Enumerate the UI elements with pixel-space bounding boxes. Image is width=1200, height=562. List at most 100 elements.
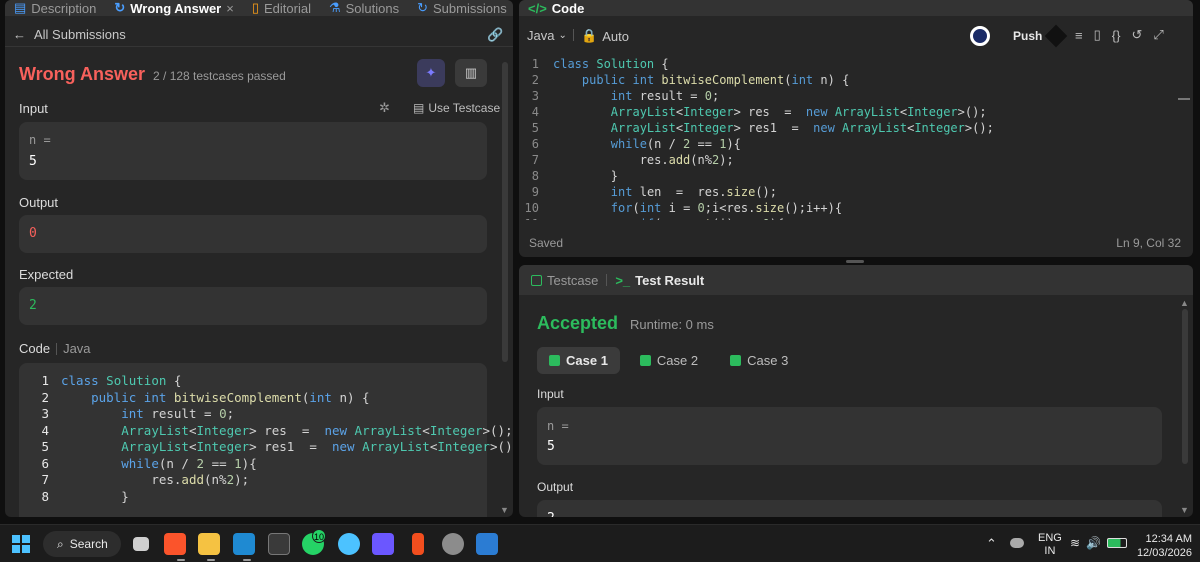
- input-box: n = 5: [19, 122, 487, 180]
- line-number: 6: [41, 455, 49, 471]
- list-icon[interactable]: ≡: [1075, 28, 1083, 43]
- file-explorer-icon[interactable]: [198, 533, 220, 555]
- ai-analyze-button[interactable]: ✦: [417, 59, 445, 87]
- minimap-cursor: [1178, 98, 1190, 100]
- bookmark-icon[interactable]: ▯: [1094, 27, 1101, 43]
- result-output-box: 2: [537, 500, 1162, 517]
- battery-icon[interactable]: [1107, 538, 1128, 548]
- line-code: while(n / 2 == 1){: [610, 137, 741, 151]
- word-icon[interactable]: [476, 533, 498, 555]
- line-code: }: [121, 488, 129, 504]
- vscode-icon[interactable]: [233, 533, 255, 555]
- code-line: 7 res.add(n%2);: [19, 472, 487, 489]
- back-to-submissions[interactable]: ← All Submissions: [13, 27, 126, 42]
- line-code: ArrayList<Integer> res = new ArrayList<I…: [610, 105, 987, 119]
- use-testcase-button[interactable]: ▤ Use Testcase: [413, 101, 500, 115]
- code-line: 6 while(n / 2 == 1){: [19, 456, 487, 473]
- line-code: ArrayList<Integer> res1 = new ArrayList<…: [610, 121, 994, 135]
- tab-solutions[interactable]: ⚗ Solutions: [320, 0, 408, 16]
- code-line: 5 ArrayList<Integer> res1 = new ArrayLis…: [19, 439, 512, 456]
- language-top[interactable]: ENG: [1038, 532, 1062, 545]
- resize-handle[interactable]: [846, 260, 864, 263]
- notes-button[interactable]: ▥: [455, 59, 487, 87]
- submission-panel: ▤ Description ↻ Wrong Answer × ▯ Editorial ⚗…: [5, 0, 513, 517]
- windows-start-icon[interactable]: [12, 535, 30, 553]
- clock-app-icon[interactable]: [338, 533, 360, 555]
- tab-description[interactable]: ▤ Description: [5, 0, 105, 16]
- line-code: int result = 0;: [121, 406, 235, 421]
- saved-status: Saved: [529, 236, 564, 250]
- line-number: 4: [531, 105, 539, 119]
- editor-header: </> Code: [519, 0, 1193, 16]
- expand-icon[interactable]: ⤢: [1153, 27, 1163, 43]
- code-line: 3 int result = 0;: [19, 406, 487, 423]
- brave-icon[interactable]: [164, 533, 186, 555]
- tab-wrong-answer[interactable]: ↻ Wrong Answer ×: [105, 0, 243, 16]
- tab-editorial[interactable]: ▯ Editorial: [243, 0, 320, 16]
- debug-icon[interactable]: ✲: [379, 100, 390, 116]
- code-line: 2 public int bitwiseComplement(int n) {: [19, 390, 487, 407]
- volume-icon[interactable]: 🔊: [1086, 536, 1101, 550]
- result-output-label: Output: [537, 480, 574, 494]
- scroll-up-icon[interactable]: ▲: [1180, 298, 1189, 308]
- auto-mode[interactable]: 🔒 Auto: [581, 28, 629, 44]
- figma-icon[interactable]: [412, 533, 424, 555]
- code-line: 3 int result = 0;: [519, 88, 1179, 104]
- onedrive-icon[interactable]: [1010, 538, 1024, 548]
- result-output-value: 2: [547, 511, 555, 517]
- close-icon[interactable]: ×: [226, 1, 234, 16]
- tab-code[interactable]: </> Code: [519, 0, 593, 16]
- line-code: public int bitwiseComplement(int n) {: [581, 73, 850, 87]
- line-number: 3: [41, 406, 49, 421]
- terminal-app-icon[interactable]: [268, 533, 290, 555]
- code-line: 6 while(n / 2 == 1){: [519, 136, 1179, 152]
- settings-icon[interactable]: [442, 533, 464, 555]
- case-2-tab[interactable]: Case 2: [628, 347, 710, 374]
- document-icon: ▤: [14, 0, 27, 15]
- expected-value: 2: [29, 298, 37, 313]
- link-icon[interactable]: 🔗: [487, 27, 503, 43]
- code-icon: </>: [528, 0, 547, 16]
- language-bottom[interactable]: IN: [1038, 545, 1062, 558]
- line-number: 5: [531, 121, 539, 135]
- scroll-down-icon[interactable]: ▼: [500, 505, 509, 515]
- code-line: 2 public int bitwiseComplement(int n) {: [519, 72, 1179, 88]
- push-button[interactable]: Push: [1013, 24, 1068, 48]
- code-line: 4 ArrayList<Integer> res = new ArrayList…: [519, 104, 1179, 120]
- taskbar-search[interactable]: ⌕ Search: [43, 531, 121, 557]
- code-language: Java: [63, 341, 91, 356]
- braces-icon[interactable]: {}: [1112, 28, 1121, 43]
- case-3-tab[interactable]: Case 3: [718, 347, 800, 374]
- line-number: 11: [519, 216, 553, 220]
- loading-ring-icon: [970, 26, 990, 46]
- input-label: Input: [19, 101, 48, 116]
- result-scrollbar[interactable]: [1182, 309, 1188, 464]
- wifi-icon[interactable]: ≋: [1070, 536, 1080, 550]
- checkbox-icon: [531, 274, 542, 286]
- case-1-tab[interactable]: Case 1: [537, 347, 620, 374]
- clock-time[interactable]: 12:34 AM: [1132, 532, 1192, 546]
- left-scrollbar[interactable]: [502, 62, 508, 362]
- check-icon: [730, 355, 742, 366]
- tab-test-result[interactable]: >_ Test Result: [615, 273, 704, 288]
- line-code: int len = res.size();: [610, 185, 778, 199]
- chevron-up-icon[interactable]: ⌃: [986, 536, 997, 552]
- intellij-icon[interactable]: [372, 533, 394, 555]
- tab-testcase[interactable]: Testcase: [531, 273, 598, 288]
- output-box: 0: [19, 215, 487, 253]
- line-code: int result = 0;: [610, 89, 720, 103]
- code-line: 7 res.add(n%2);: [519, 152, 1179, 168]
- tab-submissions[interactable]: ↻ Submissions: [408, 0, 513, 16]
- task-view-icon[interactable]: [133, 537, 149, 551]
- clock-date[interactable]: 12/03/2026: [1132, 546, 1192, 560]
- reset-icon[interactable]: ↺: [1131, 27, 1142, 43]
- result-status: Accepted: [537, 313, 619, 333]
- code-line: 8 }: [19, 489, 487, 506]
- language-select[interactable]: Java ⌄: [527, 28, 567, 43]
- lock-icon: 🔒: [581, 28, 598, 43]
- editor-code[interactable]: 1 class Solution {2 public int bitwiseCom…: [519, 56, 1179, 220]
- code-line: 8 }: [519, 168, 1179, 184]
- scroll-down-icon[interactable]: ▼: [1180, 505, 1189, 515]
- whatsapp-badge: 10: [312, 529, 326, 543]
- terminal-icon: >_: [615, 272, 631, 288]
